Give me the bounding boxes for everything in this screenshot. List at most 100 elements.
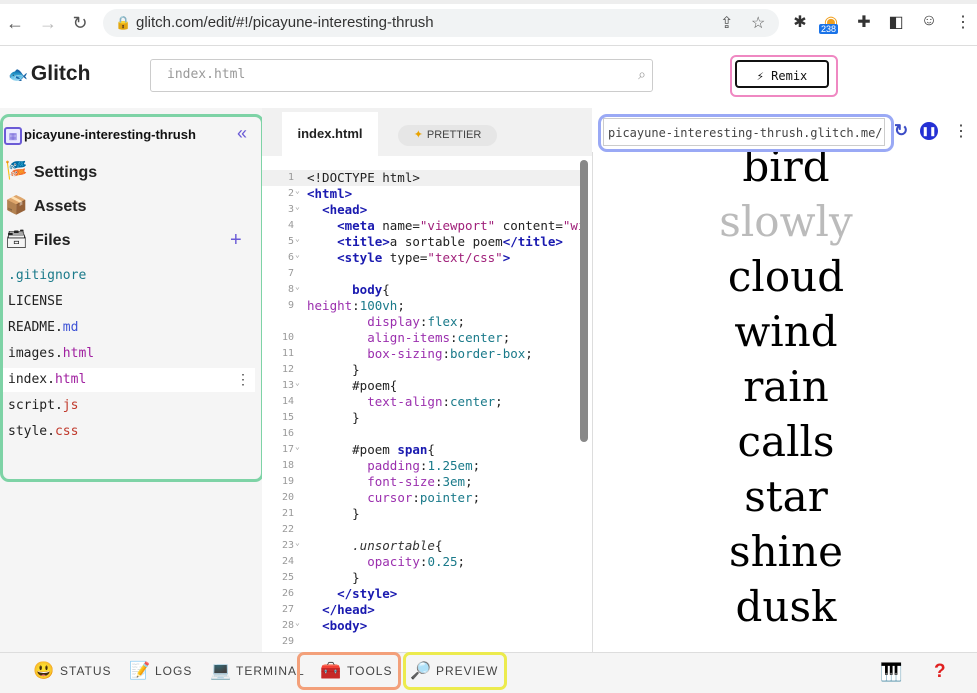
- poem-word[interactable]: dusk: [592, 582, 977, 631]
- poem-word[interactable]: cloud: [592, 252, 977, 301]
- prettier-label: PRETTIER: [426, 129, 482, 141]
- forward-icon[interactable]: →: [37, 12, 59, 34]
- sidebar-highlight: [0, 114, 264, 482]
- poem-word[interactable]: shine: [592, 527, 977, 576]
- preview-button[interactable]: PREVIEW: [436, 664, 498, 678]
- line-number: 28: [281, 620, 294, 631]
- fold-arrow-icon[interactable]: ⌄: [295, 442, 300, 451]
- code-line: .unsortable{: [352, 538, 443, 553]
- code-line: #poem{: [307, 378, 398, 393]
- glitch-logo[interactable]: 🐟 Glitch: [8, 62, 90, 86]
- share-icon[interactable]: ⇪: [720, 13, 733, 33]
- line-number: 14: [281, 396, 294, 407]
- bookmark-star-icon[interactable]: ☆: [751, 13, 765, 33]
- status-button[interactable]: STATUS: [60, 664, 112, 678]
- address-url: glitch.com/edit/#!/picayune-interesting-…: [136, 14, 434, 31]
- line-number: 3: [287, 204, 294, 215]
- fold-arrow-icon[interactable]: ⌄: [295, 378, 300, 387]
- line-number: 25: [281, 572, 294, 583]
- code-line: box-sizing:border-box;: [367, 346, 533, 361]
- prettier-button[interactable]: ✦ PRETTIER: [398, 125, 497, 146]
- keyboard-shortcuts-icon[interactable]: 🎹: [880, 662, 902, 683]
- code-line: height:100vh;: [307, 298, 405, 313]
- reload-icon[interactable]: ↻: [69, 12, 91, 34]
- search-placeholder: index.html: [167, 67, 246, 82]
- lock-icon: 🔒: [115, 15, 132, 30]
- line-number: 7: [287, 268, 294, 279]
- extension-icon[interactable]: ✱: [789, 12, 811, 32]
- sidepanel-icon[interactable]: ◧: [885, 12, 907, 32]
- code-line: }: [307, 362, 360, 377]
- fold-arrow-icon[interactable]: ⌄: [295, 538, 300, 547]
- preview-menu-icon[interactable]: ⋮: [953, 121, 969, 141]
- line-number: 9: [287, 300, 294, 311]
- line-number: 17: [281, 444, 294, 455]
- code-line: align-items:center;: [367, 330, 511, 345]
- extension-badge: 238: [819, 24, 839, 34]
- code-line: }: [307, 410, 360, 425]
- line-number: 23: [281, 540, 294, 551]
- code-line: <!DOCTYPE html>: [307, 170, 420, 185]
- preview-url-highlight: [598, 114, 894, 152]
- editor-scrollbar[interactable]: [580, 160, 588, 442]
- poem-word[interactable]: star: [592, 472, 977, 521]
- line-number: 1: [287, 172, 294, 183]
- code-line: font-size:3em;: [367, 474, 473, 489]
- poem-word[interactable]: rain: [592, 362, 977, 411]
- file-search-input[interactable]: index.html ⌕: [150, 59, 653, 92]
- logo-text: Glitch: [30, 62, 91, 85]
- code-line: <head>: [322, 202, 368, 217]
- fold-arrow-icon[interactable]: ⌄: [295, 282, 300, 291]
- poem-word[interactable]: calls: [592, 417, 977, 466]
- line-number: 8: [287, 284, 294, 295]
- line-number: 27: [281, 604, 294, 615]
- code-line: #poem span{: [307, 442, 435, 457]
- line-number: 22: [281, 524, 294, 535]
- fold-arrow-icon[interactable]: ⌄: [295, 186, 300, 195]
- browser-menu-icon[interactable]: ⋮: [952, 12, 974, 32]
- terminal-button[interactable]: TERMINAL: [236, 664, 305, 678]
- code-area[interactable]: 1 2 3 4 5 6 7 8 9 10 11 12 13 14 15 16 17 18 19 20 21 22 23 24 2…: [262, 170, 580, 650]
- refresh-preview-icon[interactable]: ↻: [894, 121, 908, 141]
- code-line: cursor:pointer;: [367, 490, 481, 505]
- code-line: text-align:center;: [367, 394, 503, 409]
- remix-button[interactable]: ⚡ Remix: [735, 60, 829, 88]
- code-line: </head>: [322, 602, 375, 617]
- fold-arrow-icon[interactable]: ⌄: [295, 234, 300, 243]
- fold-arrow-icon[interactable]: ⌄: [295, 202, 300, 211]
- address-bar[interactable]: 🔒 glitch.com/edit/#!/picayune-interestin…: [103, 9, 779, 37]
- puzzle-icon[interactable]: ✚: [853, 12, 875, 32]
- line-number: 10: [281, 332, 294, 343]
- logs-icon: 📝: [129, 661, 151, 680]
- code-line: <html>: [307, 186, 353, 201]
- poem-word[interactable]: wind: [592, 307, 977, 356]
- pause-icon[interactable]: ❚❚: [920, 122, 938, 140]
- line-number: 20: [281, 492, 294, 503]
- back-icon[interactable]: ←: [4, 12, 26, 34]
- code-line: display:flex;: [367, 314, 466, 329]
- line-number: 6: [287, 252, 294, 263]
- toolbox-icon: 🧰: [320, 661, 342, 680]
- logs-button[interactable]: LOGS: [155, 664, 192, 678]
- poem-word-unsortable: slowly: [719, 197, 853, 246]
- code-line: </style>: [337, 586, 398, 601]
- code-line: <body>: [322, 618, 368, 633]
- tools-button[interactable]: TOOLS: [347, 664, 392, 678]
- help-icon[interactable]: ?: [934, 661, 946, 683]
- line-number: 11: [281, 348, 294, 359]
- line-number: 16: [281, 428, 294, 439]
- line-number: 15: [281, 412, 294, 423]
- line-number: 19: [281, 476, 294, 487]
- tab-strip: [0, 0, 977, 4]
- line-number: 13: [281, 380, 294, 391]
- line-number: 24: [281, 556, 294, 567]
- fold-arrow-icon[interactable]: ⌄: [295, 618, 300, 627]
- profile-avatar-icon[interactable]: ☺: [918, 12, 940, 30]
- code-line: <style type="text/css">: [337, 250, 511, 265]
- sparkle-icon: ✦: [413, 129, 423, 141]
- line-number: 26: [281, 588, 294, 599]
- status-icon: 😃: [33, 661, 55, 680]
- code-line: }: [307, 506, 360, 521]
- fold-arrow-icon[interactable]: ⌄: [295, 250, 300, 259]
- tab-index-html[interactable]: index.html: [282, 112, 378, 156]
